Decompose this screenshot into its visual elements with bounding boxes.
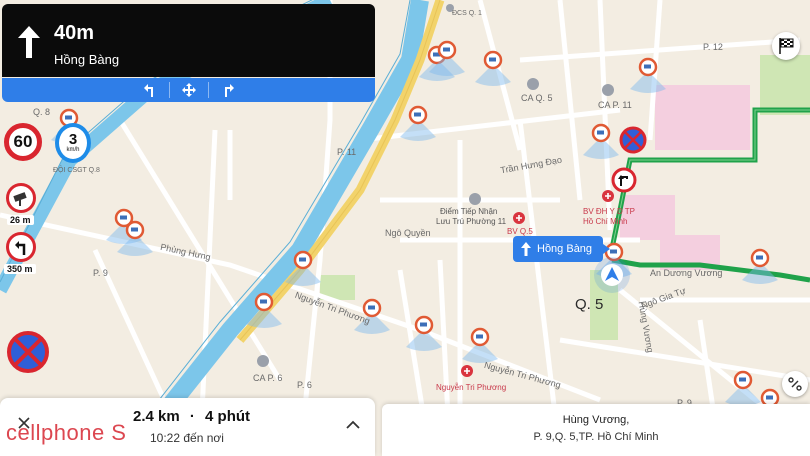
label-p9-left: P. 9	[93, 268, 108, 278]
lane-right-icon	[217, 81, 239, 99]
label-diem-tiep-nhan: Điểm Tiếp Nhận	[440, 207, 498, 216]
no-parking-icon	[7, 331, 49, 373]
sign2-distance: 350 m	[4, 264, 36, 274]
destination-panel[interactable]: Hùng Vương, P. 9,Q. 5,TP. Hồ Chí Minh	[382, 404, 810, 456]
label-nguyen-tri-phuong-poi: Nguyễn Tri Phương	[436, 383, 507, 392]
current-speed-indicator: 3 km/h	[55, 123, 91, 163]
checkered-flag-icon	[779, 38, 794, 54]
maneuver-distance: 40m	[54, 22, 95, 44]
maneuver-street: Hồng Bàng	[54, 52, 120, 67]
trip-main: 2.4 km · 4 phút	[133, 408, 256, 425]
compass-icon	[788, 377, 802, 391]
straight-arrow-icon	[18, 26, 40, 58]
lane-guidance	[2, 78, 375, 102]
callout-label: Hồng Bàng	[537, 243, 593, 255]
label-q5: Q. 5	[575, 296, 604, 313]
street-callout: Hồng Bàng	[513, 236, 610, 262]
label-ca-q5: CA Q. 5	[521, 93, 553, 103]
label-csgt-q8: ĐỘI CSGT Q.8	[53, 167, 100, 174]
trip-duration: 4 phút	[205, 408, 251, 425]
map-no-parking-icon	[619, 126, 647, 154]
sign1-distance: 26 m	[7, 215, 34, 225]
no-left-turn-sign-icon	[6, 232, 36, 262]
map-turn-sign-icon	[611, 167, 637, 193]
label-p6: P. 6	[297, 380, 312, 390]
label-bv-dhyd: BV ĐH Y D TP	[583, 207, 636, 216]
up-arrow-icon	[521, 242, 531, 256]
lane-all-directions-icon	[178, 81, 200, 99]
label-ca-p11: CA P. 11	[598, 100, 632, 110]
trip-eta: 10:22 đến nơi	[150, 431, 224, 445]
destination-address: P. 9,Q. 5,TP. Hồ Chí Minh	[533, 431, 659, 443]
trip-distance: 2.4 km	[133, 408, 180, 425]
label-bv-q5: BV Q.5	[507, 227, 533, 236]
label-p11: P. 11	[337, 147, 357, 157]
label-q8: Q. 8	[33, 107, 51, 117]
watermark-logo: cellphone S	[6, 420, 127, 445]
label-an-duong-vuong: An Dương Vương	[650, 268, 723, 278]
expand-trip-button[interactable]	[342, 414, 364, 436]
trip-separator: ·	[189, 408, 195, 425]
navigation-banner[interactable]: 40m Hồng Bàng	[2, 4, 375, 77]
label-ho-chi-minh: Hồ Chí Minh	[583, 217, 628, 226]
label-p12: P. 12	[703, 42, 723, 52]
current-speed-value: 3	[68, 131, 78, 148]
lane-left-icon	[139, 81, 161, 99]
label-dcsq: ĐCS Q. 1	[452, 10, 482, 17]
speed-camera-warning-icon	[6, 183, 36, 213]
label-ca-p6: CA P. 6	[253, 373, 283, 383]
label-ngo-quyen: Ngô Quyền	[385, 228, 431, 238]
route-options-button[interactable]	[782, 371, 808, 397]
speed-limit-sign: 60	[4, 123, 42, 161]
finish-flag-button[interactable]	[772, 32, 800, 60]
label-luu-tru: Lưu Trú Phường 11	[436, 217, 507, 226]
current-speed-unit: km/h	[66, 147, 80, 153]
current-location-marker	[594, 257, 630, 293]
destination-name: Hùng Vương,	[562, 414, 630, 426]
chevron-up-icon	[346, 420, 360, 429]
